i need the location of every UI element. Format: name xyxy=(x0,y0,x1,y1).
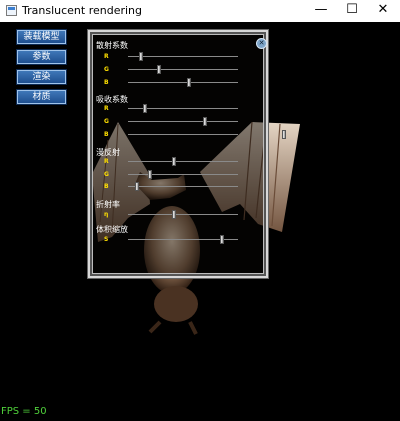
app-icon xyxy=(6,5,17,16)
scattering-b-track xyxy=(128,82,238,83)
diffuse-label: 漫反射 xyxy=(96,148,120,157)
maximize-button[interactable]: ☐ xyxy=(337,0,367,22)
volume-scale-label: 体积缩放 xyxy=(96,225,128,234)
diffuse-g-track xyxy=(128,174,238,175)
fps-counter: FPS = 50 xyxy=(1,406,47,417)
absorption-g-label: G xyxy=(104,118,109,125)
absorption-b-track xyxy=(128,134,238,135)
diffuse-r-label: R xyxy=(104,158,109,165)
volume-scale-s-slider[interactable] xyxy=(220,235,224,244)
refraction-eta-slider[interactable] xyxy=(172,210,176,219)
absorption-g-slider[interactable] xyxy=(203,117,207,126)
title-bar: Translucent rendering — ☐ ✕ xyxy=(0,0,400,23)
panel-close-icon[interactable]: ✕ xyxy=(256,38,267,49)
render-button[interactable]: 渲染 xyxy=(17,70,66,84)
absorption-r-label: R xyxy=(104,105,109,112)
volume-scale-s-label: S xyxy=(104,236,109,243)
scattering-g-label: G xyxy=(104,66,109,73)
close-button[interactable]: ✕ xyxy=(368,0,398,22)
diffuse-g-label: G xyxy=(104,171,109,178)
diffuse-g-slider[interactable] xyxy=(148,170,152,179)
diffuse-b-slider[interactable] xyxy=(135,182,139,191)
material-button[interactable]: 材质 xyxy=(17,90,66,104)
diffuse-b-label: B xyxy=(104,183,109,190)
absorption-g-track xyxy=(128,121,238,122)
minimize-button[interactable]: — xyxy=(306,0,336,22)
diffuse-b-track xyxy=(128,186,238,187)
absorption-b-slider[interactable] xyxy=(282,130,286,139)
parameters-button[interactable]: 参数 xyxy=(17,50,66,64)
scattering-r-slider[interactable] xyxy=(139,52,143,61)
window-title: Translucent rendering xyxy=(22,4,142,17)
absorption-label: 吸收系数 xyxy=(96,95,128,104)
refraction-label: 折射率 xyxy=(96,200,120,209)
scattering-g-track xyxy=(128,69,238,70)
render-viewport[interactable]: 装载模型 参数 渲染 材质 ✕ 散射系数 R G B 吸收系数 R G B 漫反… xyxy=(0,22,400,421)
scattering-g-slider[interactable] xyxy=(157,65,161,74)
absorption-r-slider[interactable] xyxy=(143,104,147,113)
refraction-eta-track xyxy=(128,214,238,215)
scattering-r-track xyxy=(128,56,238,57)
scattering-b-slider[interactable] xyxy=(187,78,191,87)
load-model-button[interactable]: 装载模型 xyxy=(17,30,66,44)
diffuse-r-slider[interactable] xyxy=(172,157,176,166)
diffuse-r-track xyxy=(128,161,238,162)
scattering-b-label: B xyxy=(104,79,109,86)
scattering-r-label: R xyxy=(104,53,109,60)
absorption-b-label: B xyxy=(104,131,109,138)
scattering-label: 散射系数 xyxy=(96,41,128,50)
refraction-eta-label: η xyxy=(104,211,109,218)
